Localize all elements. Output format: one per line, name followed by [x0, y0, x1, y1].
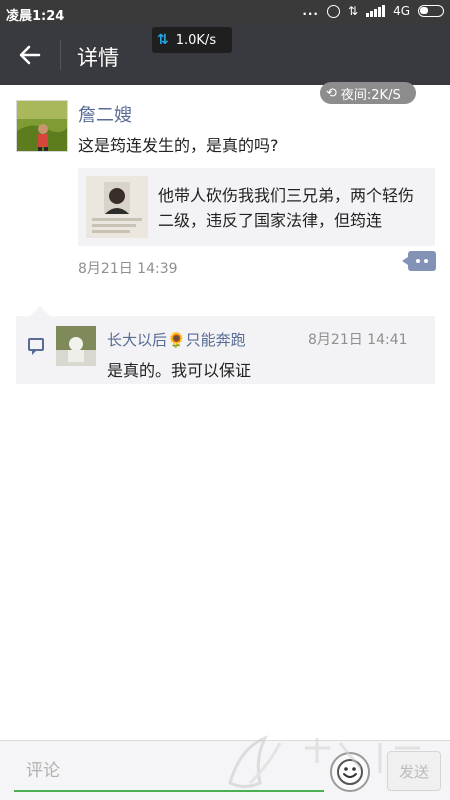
author-avatar[interactable] [16, 100, 68, 152]
smiley-icon [337, 759, 363, 785]
shared-link-card[interactable]: 他带人砍伤我我们三兄弟，两个轻伤二级，违反了国家法律，但筠连 [78, 168, 435, 246]
night-speed-badge[interactable]: ⟲ 夜间:2K/S [320, 82, 416, 104]
dot-icon [416, 259, 420, 263]
status-icons: ... ⇅ 4G [302, 4, 444, 18]
emoji-button[interactable] [330, 752, 370, 792]
page-title: 详情 [77, 46, 119, 70]
more-notifications-icon: ... [302, 4, 319, 18]
signal-icon [366, 5, 386, 17]
network-speed-value: 1.0K/s [175, 32, 217, 48]
comment-text: 是真的。我可以保证 [107, 361, 252, 380]
status-bar: 凌晨1:24 ... ⇅ 4G [0, 0, 450, 25]
alarm-icon [327, 4, 340, 18]
comment-input-bar: 发送 [0, 740, 450, 800]
post-author[interactable]: 詹二嫂 [78, 101, 132, 127]
thumbnail-image [86, 176, 148, 238]
battery-icon [418, 5, 444, 17]
speed-arrows-icon: ⇅ [157, 32, 169, 48]
title-divider [60, 40, 61, 70]
network-type: 4G [393, 4, 410, 18]
avatar-photo [17, 101, 67, 151]
back-arrow-icon [19, 45, 41, 65]
post-time: 8月21日 14:39 [78, 261, 178, 277]
data-sync-icon: ⇅ [348, 4, 359, 18]
shared-text: 他带人砍伤我我们三兄弟，两个轻伤二级，违反了国家法律，但筠连 [158, 186, 415, 230]
dot-icon [424, 259, 428, 263]
comment-icon [28, 338, 44, 355]
network-speed-overlay: ⇅ 1.0K/s [152, 27, 232, 53]
send-button[interactable]: 发送 [387, 751, 441, 791]
shared-thumbnail [86, 176, 148, 238]
commenter-avatar-image [56, 326, 96, 366]
commenter-avatar[interactable] [56, 326, 96, 366]
input-underline [14, 790, 324, 792]
back-button[interactable] [0, 25, 60, 85]
comment-section: 长大以后🌻只能奔跑 8月21日 14:41 是真的。我可以保证 [16, 306, 435, 384]
comment-time: 8月21日 14:41 [308, 332, 408, 348]
night-refresh-icon: ⟲ [326, 85, 337, 101]
night-speed-value: 夜间:2K/S [340, 87, 401, 103]
status-time: 凌晨1:24 [6, 9, 65, 24]
comment-input[interactable] [14, 753, 324, 789]
post-text: 这是筠连发生的，是真的吗? [78, 136, 279, 155]
commenter-name[interactable]: 长大以后🌻只能奔跑 [107, 329, 246, 350]
more-actions-button[interactable] [402, 251, 436, 271]
